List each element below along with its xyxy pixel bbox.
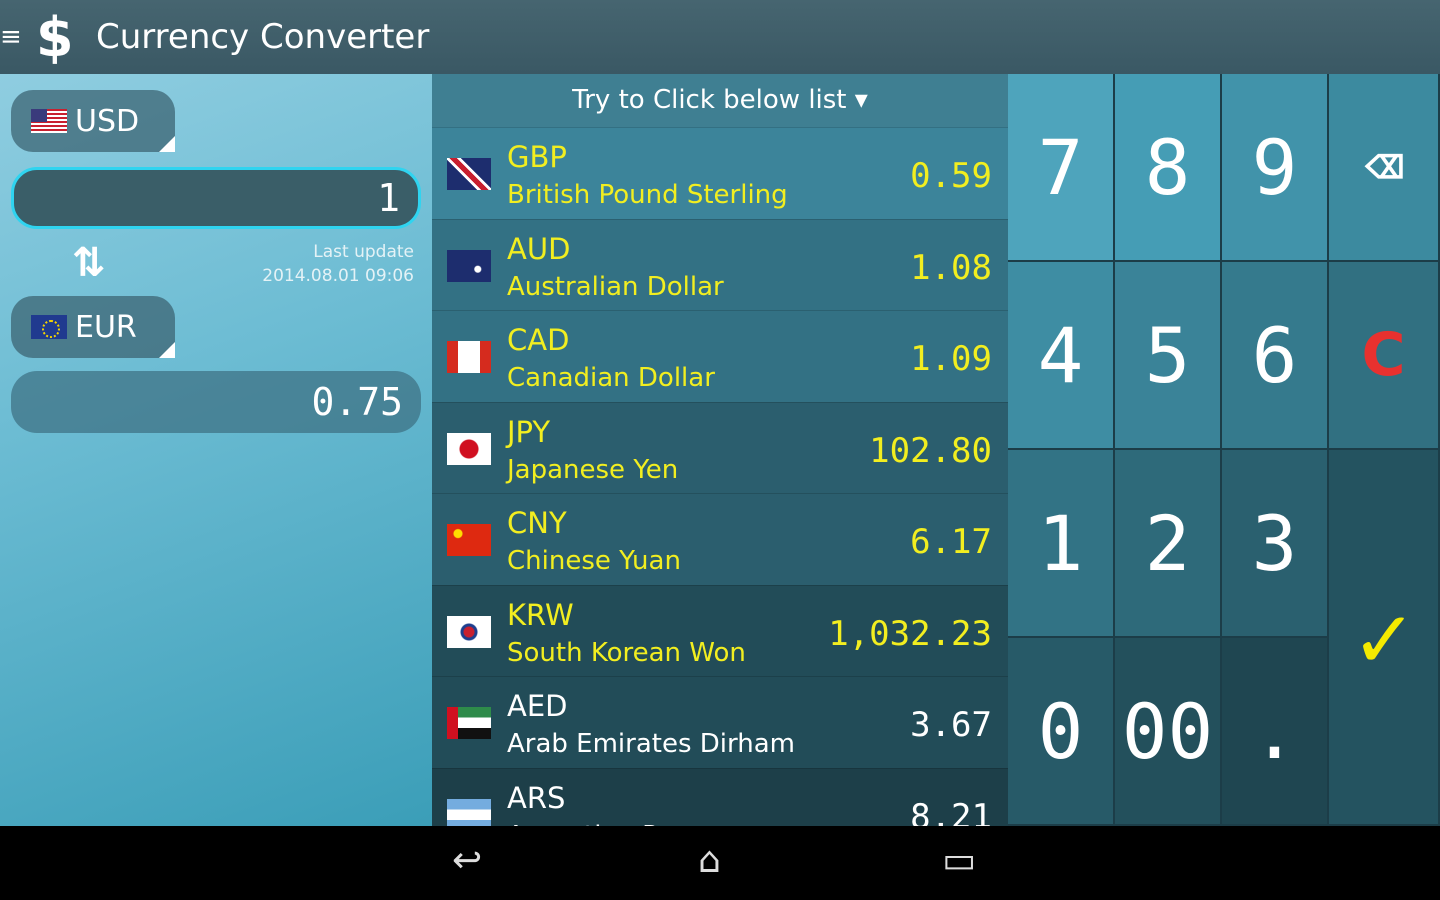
currency-rate: 1.09 bbox=[910, 339, 992, 379]
key-00[interactable]: 00 bbox=[1115, 638, 1222, 826]
ok-key[interactable]: ✓ bbox=[1329, 450, 1440, 826]
key-9[interactable]: 9 bbox=[1222, 74, 1329, 262]
hamburger-icon[interactable]: ≡ bbox=[0, 24, 22, 50]
aud-flag-icon bbox=[447, 249, 491, 282]
currency-name: Australian Dollar bbox=[507, 271, 724, 302]
recents-icon[interactable]: ▭ bbox=[942, 840, 976, 881]
currency-rate: 1,032.23 bbox=[828, 613, 992, 654]
currency-list[interactable]: Try to Click below list ▾ GBP British Po… bbox=[432, 74, 1008, 826]
currency-code: AED bbox=[507, 689, 568, 723]
currency-row-cad[interactable]: CAD Canadian Dollar 1.09 bbox=[432, 310, 1008, 402]
currency-row-aud[interactable]: AUD Australian Dollar 1.08 bbox=[432, 218, 1008, 310]
currency-name: Chinese Yuan bbox=[507, 546, 681, 576]
list-header[interactable]: Try to Click below list ▾ bbox=[432, 74, 1008, 127]
currency-code: KRW bbox=[507, 597, 574, 632]
backspace-key[interactable]: ⌫ bbox=[1329, 74, 1440, 262]
krw-flag-icon bbox=[447, 615, 491, 648]
ars-flag-icon bbox=[447, 798, 491, 826]
currency-name: Japanese Yen bbox=[507, 454, 679, 485]
currency-rate: 3.67 bbox=[910, 705, 992, 745]
key-3[interactable]: 3 bbox=[1222, 450, 1329, 638]
amount-input[interactable]: 1 bbox=[11, 167, 421, 229]
currency-name: Canadian Dollar bbox=[507, 363, 715, 393]
last-update-label: Last update bbox=[313, 242, 414, 262]
eu-flag-icon bbox=[31, 315, 67, 339]
currency-rate: 8.21 bbox=[910, 796, 992, 827]
cny-flag-icon bbox=[447, 524, 491, 556]
currency-rate: 1.08 bbox=[910, 247, 992, 288]
currency-name: Arab Emirates Dirham bbox=[507, 729, 795, 759]
currency-code: ARS bbox=[507, 780, 566, 815]
currency-code: CNY bbox=[507, 506, 567, 540]
keypad: 7 8 9 ⌫ 4 5 6 C 1 2 3 ✓ 0 00. bbox=[1008, 74, 1440, 826]
key-0[interactable]: 0 bbox=[1008, 638, 1115, 826]
currency-code: JPY bbox=[507, 414, 551, 449]
key-6[interactable]: 6 bbox=[1222, 262, 1329, 450]
from-currency-button[interactable]: USD bbox=[11, 90, 175, 152]
last-update: Last update 2014.08.01 09:06 bbox=[262, 240, 414, 288]
to-currency-button[interactable]: EUR bbox=[11, 296, 175, 358]
currency-code: GBP bbox=[507, 140, 567, 174]
currency-row-aed[interactable]: AED Arab Emirates Dirham 3.67 bbox=[432, 676, 1008, 768]
dropdown-corner-icon bbox=[159, 136, 175, 152]
clear-key[interactable]: C bbox=[1329, 262, 1440, 450]
currency-row-jpy[interactable]: JPY Japanese Yen 102.80 bbox=[432, 401, 1008, 493]
key-5[interactable]: 5 bbox=[1115, 262, 1222, 450]
home-icon[interactable]: ⌂ bbox=[698, 840, 721, 881]
key-1[interactable]: 1 bbox=[1008, 450, 1115, 638]
currency-row-ars[interactable]: ARS Argentine Peso 8.21 bbox=[432, 767, 1008, 827]
swap-icon[interactable]: ⇅ bbox=[72, 240, 106, 286]
gbp-flag-icon bbox=[447, 158, 491, 190]
currency-name: British Pound Sterling bbox=[507, 180, 788, 210]
key-4[interactable]: 4 bbox=[1008, 262, 1115, 450]
from-currency-code: USD bbox=[75, 103, 140, 139]
us-flag-icon bbox=[31, 109, 67, 133]
converted-result: 0.75 bbox=[11, 371, 421, 433]
currency-code: AUD bbox=[507, 231, 571, 266]
currency-rate: 102.80 bbox=[869, 430, 992, 471]
key-8[interactable]: 8 bbox=[1115, 74, 1222, 262]
jpy-flag-icon bbox=[447, 432, 491, 465]
app-title: Currency Converter bbox=[96, 17, 430, 57]
currency-row-cny[interactable]: CNY Chinese Yuan 6.17 bbox=[432, 493, 1008, 585]
to-currency-code: EUR bbox=[75, 309, 137, 345]
dollar-icon: $ bbox=[36, 5, 74, 69]
back-icon[interactable]: ↩ bbox=[452, 840, 482, 881]
decimal-key[interactable]: . bbox=[1222, 638, 1329, 826]
currency-name: South Korean Won bbox=[507, 637, 746, 668]
last-update-time: 2014.08.01 09:06 bbox=[262, 266, 414, 286]
key-7[interactable]: 7 bbox=[1008, 74, 1115, 262]
system-nav-bar: ↩ ⌂ ▭ bbox=[0, 826, 1440, 900]
converter-panel: USD 1 ⇅ Last update 2014.08.01 09:06 EUR… bbox=[0, 74, 432, 826]
currency-rate: 6.17 bbox=[910, 522, 992, 562]
currency-code: CAD bbox=[507, 323, 570, 357]
key-2[interactable]: 2 bbox=[1115, 450, 1222, 638]
cad-flag-icon bbox=[447, 341, 491, 373]
dropdown-corner-icon bbox=[159, 342, 175, 358]
app-bar: ≡ $ Currency Converter bbox=[0, 0, 1440, 74]
currency-row-krw[interactable]: KRW South Korean Won 1,032.23 bbox=[432, 584, 1008, 676]
aed-flag-icon bbox=[447, 707, 491, 739]
currency-rate: 0.59 bbox=[910, 156, 992, 196]
currency-row-gbp[interactable]: GBP British Pound Sterling 0.59 bbox=[432, 127, 1008, 219]
